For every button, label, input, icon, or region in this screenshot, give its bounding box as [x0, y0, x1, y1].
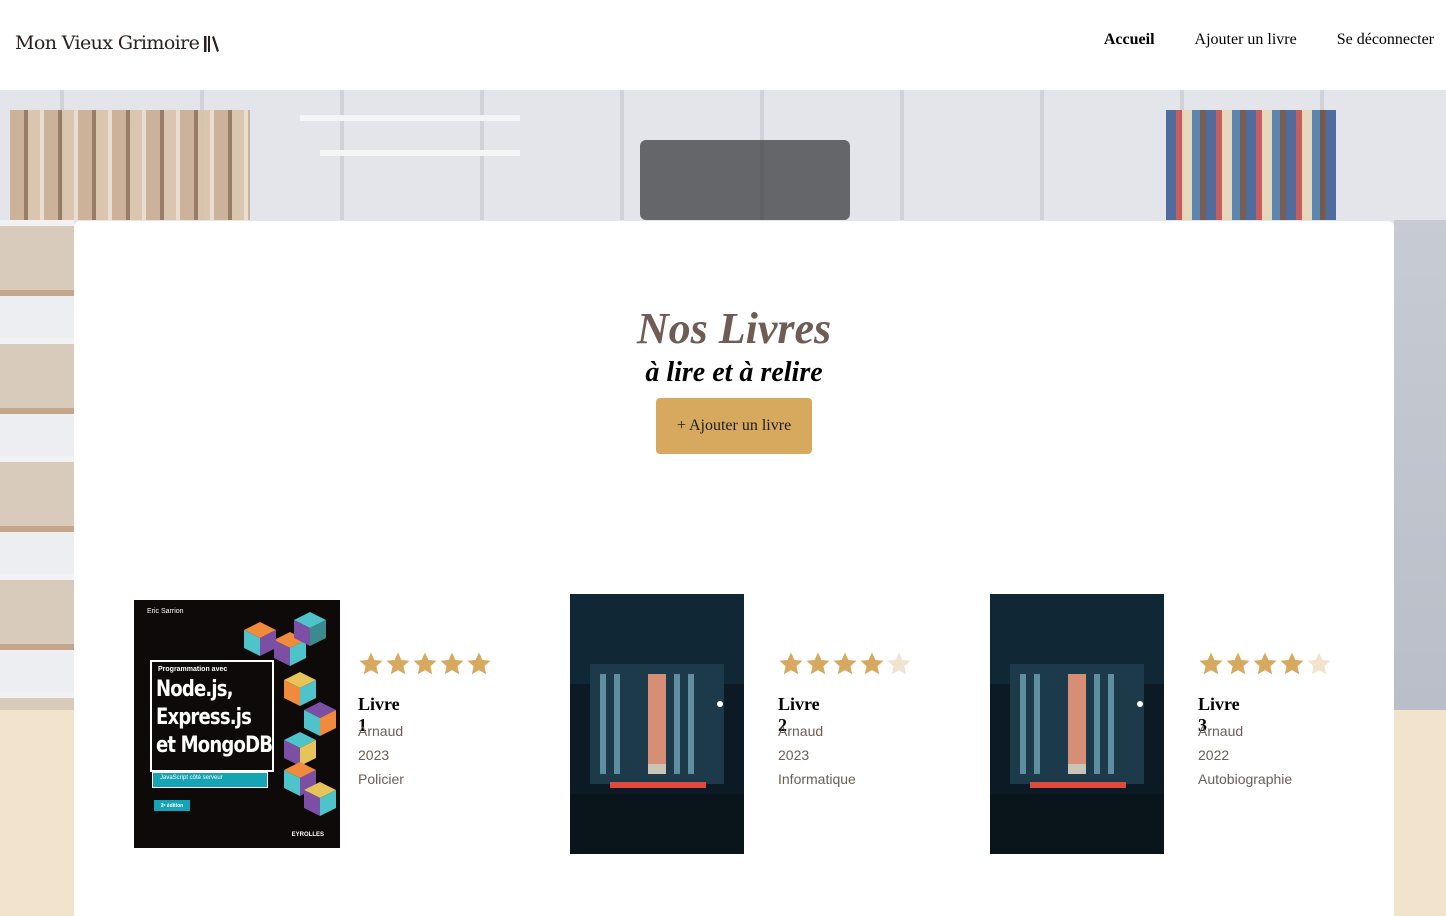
cover-title-line: Node.js, — [156, 677, 234, 702]
star-filled-icon — [1226, 652, 1250, 675]
cover-edition-badge: 2ᵉ édition — [154, 800, 190, 811]
page-subtitle: à lire et à relire — [645, 357, 823, 388]
hero-bookshelf-left — [10, 110, 250, 220]
nav-item-home[interactable]: Accueil — [1104, 31, 1155, 49]
book-cover[interactable] — [570, 594, 744, 854]
hero-light-stripe — [320, 150, 520, 156]
star-filled-icon — [833, 652, 857, 675]
site-logo[interactable]: Mon Vieux Grimoire — [15, 32, 220, 54]
star-filled-icon — [386, 652, 410, 675]
book-author: Arnaud — [1198, 723, 1244, 739]
book-author: Arnaud — [358, 723, 404, 739]
star-empty-icon — [887, 652, 911, 675]
top-header: Mon Vieux Grimoire Accueil Ajouter un li… — [0, 0, 1446, 90]
book-genre: Informatique — [778, 771, 856, 787]
star-filled-icon — [860, 652, 884, 675]
book-genre: Autobiographie — [1198, 771, 1293, 787]
star-filled-icon — [806, 652, 830, 675]
cover-title-line: Express.js — [156, 705, 252, 730]
star-filled-icon — [779, 652, 803, 675]
cover-main-title: Node.js, Express.js et MongoDB — [156, 676, 273, 760]
hero-shelf-column-right — [1394, 220, 1446, 710]
star-filled-icon — [1280, 652, 1304, 675]
star-filled-icon — [359, 652, 383, 675]
cover-band-text: JavaScript côté serveur — [160, 775, 223, 781]
book-meta: Arnaud 2023 Informatique — [778, 719, 856, 791]
cover-title-line: et MongoDB — [156, 733, 273, 758]
book-author: Arnaud — [778, 723, 824, 739]
book-cover[interactable]: Eric Sarrion Programmation avec Node.js,… — [134, 600, 340, 848]
book-year: 2023 — [358, 747, 390, 763]
book-cover[interactable] — [990, 594, 1164, 854]
book-meta: Arnaud 2022 Autobiographie — [1198, 719, 1292, 791]
star-filled-icon — [467, 652, 491, 675]
nav-item-logout[interactable]: Se déconnecter — [1337, 31, 1434, 49]
hero-bookshelf-right — [1166, 110, 1336, 220]
book-year: 2022 — [1198, 747, 1230, 763]
cover-pre-title: Programmation avec — [158, 666, 228, 673]
rating-stars — [1198, 651, 1332, 677]
book-genre: Policier — [358, 771, 404, 787]
star-filled-icon — [413, 652, 437, 675]
book-year: 2023 — [778, 747, 810, 763]
cover-publisher: EYROLLES — [291, 832, 324, 838]
hero-light-stripe — [300, 115, 520, 121]
rating-stars — [358, 651, 492, 677]
star-filled-icon — [440, 652, 464, 675]
books-logo-icon — [204, 35, 220, 52]
add-book-button[interactable]: + Ajouter un livre — [656, 398, 812, 454]
hero-shelf-column-left — [0, 220, 74, 710]
star-filled-icon — [1199, 652, 1223, 675]
page-title: Nos Livres — [636, 304, 832, 353]
book-meta: Arnaud 2023 Policier — [358, 719, 404, 791]
nav-item-add-book[interactable]: Ajouter un livre — [1195, 31, 1297, 49]
star-empty-icon — [1307, 652, 1331, 675]
books-panel: Nos Livres à lire et à relire + Ajouter … — [74, 221, 1394, 916]
rating-stars — [778, 651, 912, 677]
logo-text: Mon Vieux Grimoire — [15, 32, 200, 54]
main-nav: Accueil Ajouter un livre Se déconnecter — [1064, 31, 1434, 49]
hero-scanner — [640, 140, 850, 220]
star-filled-icon — [1253, 652, 1277, 675]
